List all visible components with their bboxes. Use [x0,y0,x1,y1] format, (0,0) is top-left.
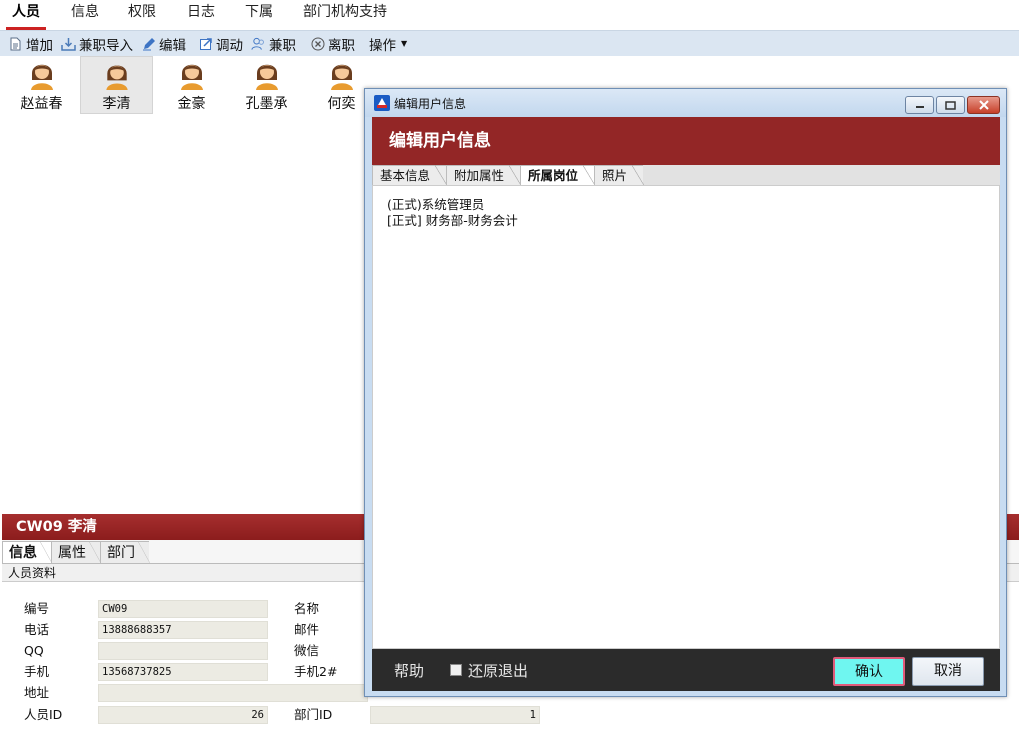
userid-label: 人员ID [24,707,63,722]
resign-button[interactable]: 离职 [310,33,355,55]
toolbar: 增加 兼职导入 编辑 调动 兼职 离职 操作 ▼ [0,30,1019,56]
avatar-icon [255,64,278,90]
user-item[interactable]: 赵益春 [5,56,78,114]
app-icon [374,95,390,111]
deptid-label: 部门ID [294,707,333,722]
userid-field[interactable]: 26 [98,706,268,724]
user-name: 赵益春 [20,96,63,112]
name-label: 名称 [294,601,320,616]
parttime-button[interactable]: 兼职 [251,33,296,55]
checkbox-icon [450,664,463,676]
avatar-icon [180,64,203,90]
qq-label: QQ [24,643,44,658]
user-item[interactable]: 金豪 [155,56,228,114]
dialog-tabs: 基本信息 附加属性 所属岗位 照片 [372,165,1000,185]
tab-attributes[interactable]: 属性 [51,541,101,563]
pencil-icon [141,36,156,51]
tab-basic-info[interactable]: 基本信息 [372,165,448,185]
document-icon [8,36,23,51]
help-link[interactable]: 帮助 [394,660,424,681]
actions-dropdown[interactable]: 操作 ▼ [369,33,407,55]
actions-label: 操作 [369,37,396,54]
transfer-icon [198,36,213,51]
phone-label: 电话 [24,622,50,637]
dialog-window-title: 编辑用户信息 [394,96,467,111]
transfer-label: 调动 [216,37,243,54]
code-field[interactable]: CW09 [98,600,268,618]
close-circle-icon [310,36,325,51]
email-label: 邮件 [294,622,320,637]
top-menu: 人员 信息 权限 日志 下属 部门机构支持 [0,0,1019,30]
tab-photo[interactable]: 照片 [594,165,645,185]
mobile-field[interactable]: 13568737825 [98,663,268,681]
minimize-button[interactable] [905,96,934,114]
restore-exit-label: 还原退出 [468,661,529,680]
menu-info[interactable]: 信息 [71,0,99,30]
tab-extra-attributes[interactable]: 附加属性 [446,165,522,185]
menu-permissions[interactable]: 权限 [128,0,156,30]
edit-button[interactable]: 编辑 [141,33,186,55]
resign-label: 离职 [328,37,355,54]
tab-department[interactable]: 部门 [100,541,150,563]
position-item[interactable]: (正式)系统管理员 [387,197,999,213]
users-icon [251,36,266,51]
dialog-banner: 编辑用户信息 [372,117,1000,165]
app-root: 人员 信息 权限 日志 下属 部门机构支持 增加 兼职导入 编辑 调动 兼职 离… [0,0,1019,736]
transfer-button[interactable]: 调动 [198,33,243,55]
parttime-label: 兼职 [269,37,296,54]
wechat-label: 微信 [294,643,320,658]
add-label: 增加 [26,37,53,54]
minimize-icon [915,106,924,108]
user-list: 赵益春 李清 金豪 孔墨承 何奕 [5,56,380,116]
dialog-titlebar: 编辑用户信息 [365,89,1006,117]
code-label: 编号 [24,601,50,616]
menu-dept-support[interactable]: 部门机构支持 [303,0,387,30]
user-name: 金豪 [177,96,206,112]
tab-positions[interactable]: 所属岗位 [520,165,596,185]
phone-field[interactable]: 13888688357 [98,621,268,639]
dialog-footer: 帮助 还原退出 确认 取消 [372,649,1000,691]
edit-user-dialog: 编辑用户信息 编辑用户信息 基本信息 附加属性 所属岗位 照片 (正式)系统管理… [364,88,1007,697]
tab-info[interactable]: 信息 [2,541,52,563]
restore-exit-checkbox[interactable]: 还原退出 [450,660,528,681]
avatar-icon [30,64,53,90]
maximize-icon [945,100,956,110]
mobile2-label: 手机2# [294,664,338,679]
avatar-icon [330,64,353,90]
user-name: 何奕 [327,96,356,112]
close-icon [978,100,989,110]
user-item[interactable]: 孔墨承 [230,56,303,114]
address-field[interactable] [98,684,368,702]
import-label: 兼职导入 [79,37,133,54]
close-button[interactable] [967,96,1000,114]
maximize-button[interactable] [936,96,965,114]
form-row: 人员ID 26 部门ID 1 [2,704,1019,725]
import-button[interactable]: 兼职导入 [61,33,133,55]
mobile-label: 手机 [24,664,50,679]
menu-subordinates[interactable]: 下属 [245,0,273,30]
qq-field[interactable] [98,642,268,660]
positions-list: (正式)系统管理员 [正式] 财务部-财务会计 [372,185,1000,649]
menu-people[interactable]: 人员 [6,0,46,30]
position-item[interactable]: [正式] 财务部-财务会计 [387,213,999,229]
window-controls [903,96,1000,114]
address-label: 地址 [24,685,50,700]
user-item[interactable]: 李清 [80,56,153,114]
import-icon [61,36,76,51]
user-name: 孔墨承 [245,96,288,112]
edit-label: 编辑 [159,37,186,54]
caret-down-icon: ▼ [401,39,408,48]
avatar-icon [105,65,128,90]
menu-log[interactable]: 日志 [187,0,215,30]
confirm-button[interactable]: 确认 [833,657,905,686]
add-button[interactable]: 增加 [8,33,53,55]
cancel-button[interactable]: 取消 [912,657,984,686]
user-name: 李清 [102,96,131,112]
deptid-field[interactable]: 1 [370,706,540,724]
